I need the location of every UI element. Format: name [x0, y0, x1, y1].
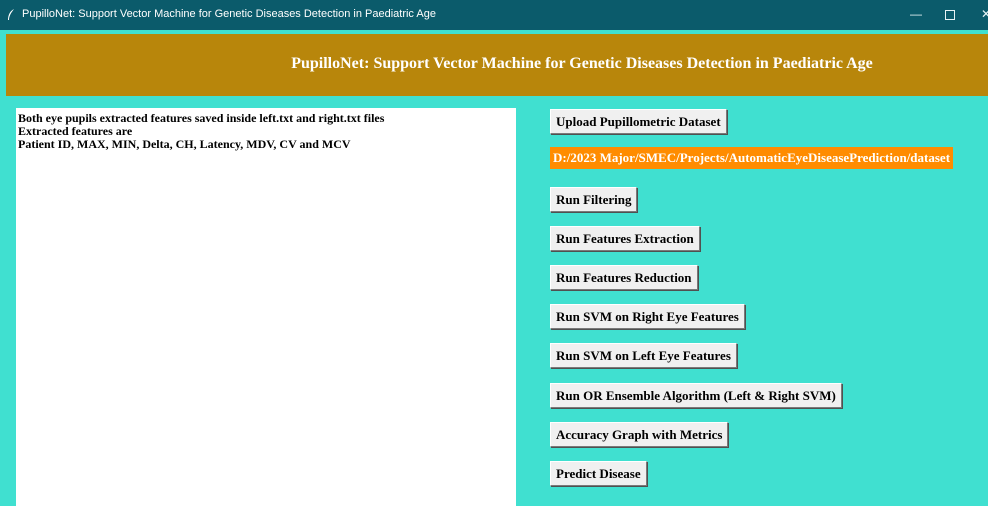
run-svm-left-eye-button[interactable]: Run SVM on Left Eye Features — [550, 343, 737, 368]
maximize-icon[interactable] — [940, 4, 960, 24]
output-line: Patient ID, MAX, MIN, Delta, CH, Latency… — [18, 137, 351, 151]
upload-dataset-button[interactable]: Upload Pupillometric Dataset — [550, 109, 727, 134]
page-title: PupilloNet: Support Vector Machine for G… — [291, 55, 873, 72]
feather-icon — [8, 9, 14, 20]
run-or-ensemble-button[interactable]: Run OR Ensemble Algorithm (Left & Right … — [550, 383, 842, 408]
run-features-extraction-button[interactable]: Run Features Extraction — [550, 226, 700, 251]
run-features-reduction-button[interactable]: Run Features Reduction — [550, 265, 698, 290]
run-svm-right-eye-button[interactable]: Run SVM on Right Eye Features — [550, 304, 745, 329]
left-margin — [0, 96, 6, 506]
run-filtering-button[interactable]: Run Filtering — [550, 187, 638, 212]
output-text-area[interactable]: Both eye pupils extracted features saved… — [16, 108, 516, 506]
window-title: PupilloNet: Support Vector Machine for G… — [22, 8, 436, 20]
window-titlebar[interactable]: PupilloNet: Support Vector Machine for G… — [0, 0, 988, 30]
predict-disease-button[interactable]: Predict Disease — [550, 461, 647, 486]
dataset-path-label: D:/2023 Major/SMEC/Projects/AutomaticEye… — [550, 147, 954, 169]
close-icon[interactable]: ✕ — [976, 4, 988, 24]
accuracy-graph-button[interactable]: Accuracy Graph with Metrics — [550, 422, 729, 447]
app-header: PupilloNet: Support Vector Machine for G… — [6, 34, 988, 96]
minimize-icon[interactable]: — — [906, 4, 926, 24]
